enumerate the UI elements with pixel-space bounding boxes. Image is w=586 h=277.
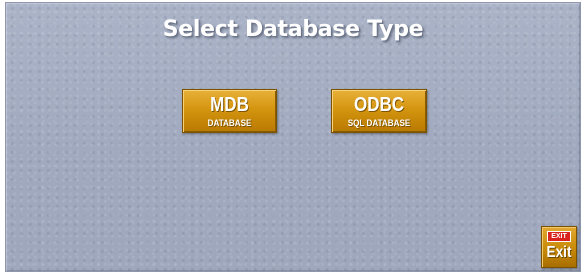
mdb-button-label: MDB <box>210 94 249 116</box>
exit-sign-icon: EXIT <box>547 231 571 242</box>
odbc-sql-database-button[interactable]: ODBC SQL DATABASE <box>331 89 427 133</box>
exit-button[interactable]: EXIT Exit <box>541 226 577 268</box>
select-database-dialog: Select Database Type MDB DATABASE ODBC S… <box>5 2 581 272</box>
exit-button-label: Exit <box>546 244 572 261</box>
odbc-button-label: ODBC <box>353 94 405 116</box>
odbc-button-sublabel: SQL DATABASE <box>347 118 411 128</box>
dialog-title: Select Database Type <box>162 17 424 42</box>
mdb-button-sublabel: DATABASE <box>207 118 252 128</box>
mdb-database-button[interactable]: MDB DATABASE <box>182 89 277 133</box>
